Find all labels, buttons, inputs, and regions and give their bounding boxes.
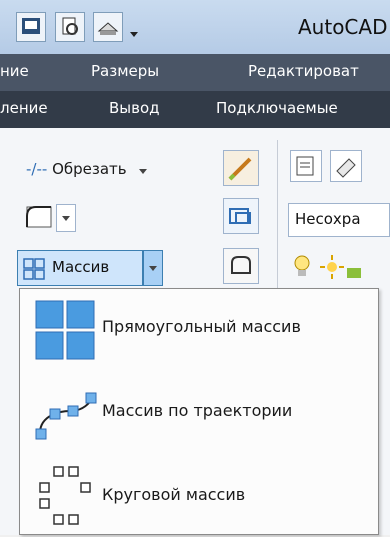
chevron-down-icon [139, 169, 148, 174]
print-preview-icon[interactable] [55, 12, 85, 42]
qat-dropdown-icon[interactable] [130, 22, 138, 41]
array-dropdown-menu: Прямоугольный массив Массив по траектори… [19, 288, 379, 535]
ribbon-tab-bar: ление Вывод Подключаемые [0, 91, 390, 128]
layer-states-icon[interactable] [330, 150, 362, 182]
freeze-icon[interactable] [318, 253, 346, 285]
fillet-dropdown[interactable] [56, 204, 76, 232]
lock-icon[interactable] [345, 262, 390, 280]
workspace-icon[interactable] [16, 12, 46, 42]
layer-selector[interactable]: Несохра [288, 203, 390, 237]
menu-item-label: Круговой массив [102, 485, 246, 504]
menu-item-path-array[interactable]: Массив по траектории [20, 373, 378, 453]
chevron-down-icon [149, 266, 157, 271]
tab-addins[interactable]: Подключаемые [216, 99, 338, 117]
stretch-icon[interactable] [223, 248, 259, 284]
menu-item-polar-array[interactable]: Круговой массив [20, 457, 378, 537]
array-label: Массив [52, 258, 110, 276]
menu-item[interactable]: ние [0, 62, 29, 80]
plot-icon[interactable] [93, 12, 123, 42]
chevron-down-icon [62, 216, 70, 221]
layer-on-icon[interactable] [290, 253, 314, 285]
layer-properties-icon[interactable] [290, 150, 322, 182]
array-button[interactable]: Массив [17, 250, 143, 286]
array-dropdown-button[interactable] [143, 250, 163, 286]
fillet-button[interactable] [24, 204, 54, 234]
menu-item-label: Прямоугольный массив [102, 317, 301, 336]
tab-item[interactable]: ление [0, 99, 48, 117]
layer-field-value: Несохра [295, 210, 361, 228]
menu-item-rectangular-array[interactable]: Прямоугольный массив [20, 289, 378, 369]
match-properties-icon[interactable] [223, 150, 259, 186]
trim-label: Обрезать [52, 160, 127, 178]
tab-output[interactable]: Вывод [109, 99, 160, 117]
array-icon [23, 258, 45, 280]
menu-item-edit[interactable]: Редактироват [248, 62, 359, 80]
app-title: AutoCAD [298, 15, 388, 39]
polar-array-icon [39, 466, 91, 525]
trim-button[interactable]: -/-- Обрезать [26, 160, 148, 178]
menu-item-label: Массив по траектории [102, 401, 293, 420]
trim-icon: -/-- [26, 160, 48, 178]
path-array-icon [35, 392, 97, 440]
menu-bar: ние Размеры Редактироват [0, 54, 390, 91]
menu-item-dimensions[interactable]: Размеры [91, 62, 159, 80]
blocks-icon[interactable] [223, 198, 259, 234]
fillet-icon [26, 206, 52, 228]
title-bar: AutoCAD [0, 0, 390, 54]
rectangular-array-icon [35, 300, 95, 360]
panel-divider [277, 140, 278, 300]
